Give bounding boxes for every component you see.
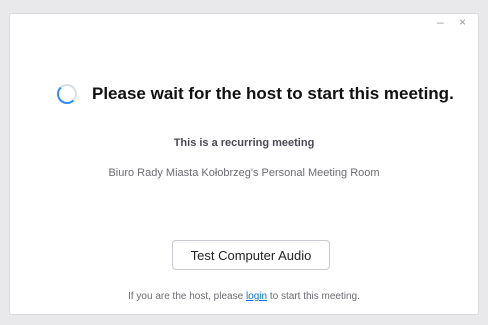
minimize-button[interactable]: –	[437, 16, 444, 28]
waiting-headline: Please wait for the host to start this m…	[92, 84, 454, 103]
close-button[interactable]: ×	[459, 16, 466, 28]
host-login-prompt: If you are the host, please login to sta…	[0, 291, 488, 302]
loading-spinner-icon	[57, 84, 77, 104]
host-login-prefix: If you are the host, please	[128, 291, 246, 302]
recurring-meeting-label: This is a recurring meeting	[173, 137, 315, 149]
meeting-room-name: Biuro Rady Miasta Kołobrzeg's Personal M…	[108, 167, 380, 179]
test-computer-audio-button[interactable]: Test Computer Audio	[172, 240, 330, 270]
login-link[interactable]: login	[246, 291, 267, 302]
host-login-suffix: to start this meeting.	[267, 291, 360, 302]
